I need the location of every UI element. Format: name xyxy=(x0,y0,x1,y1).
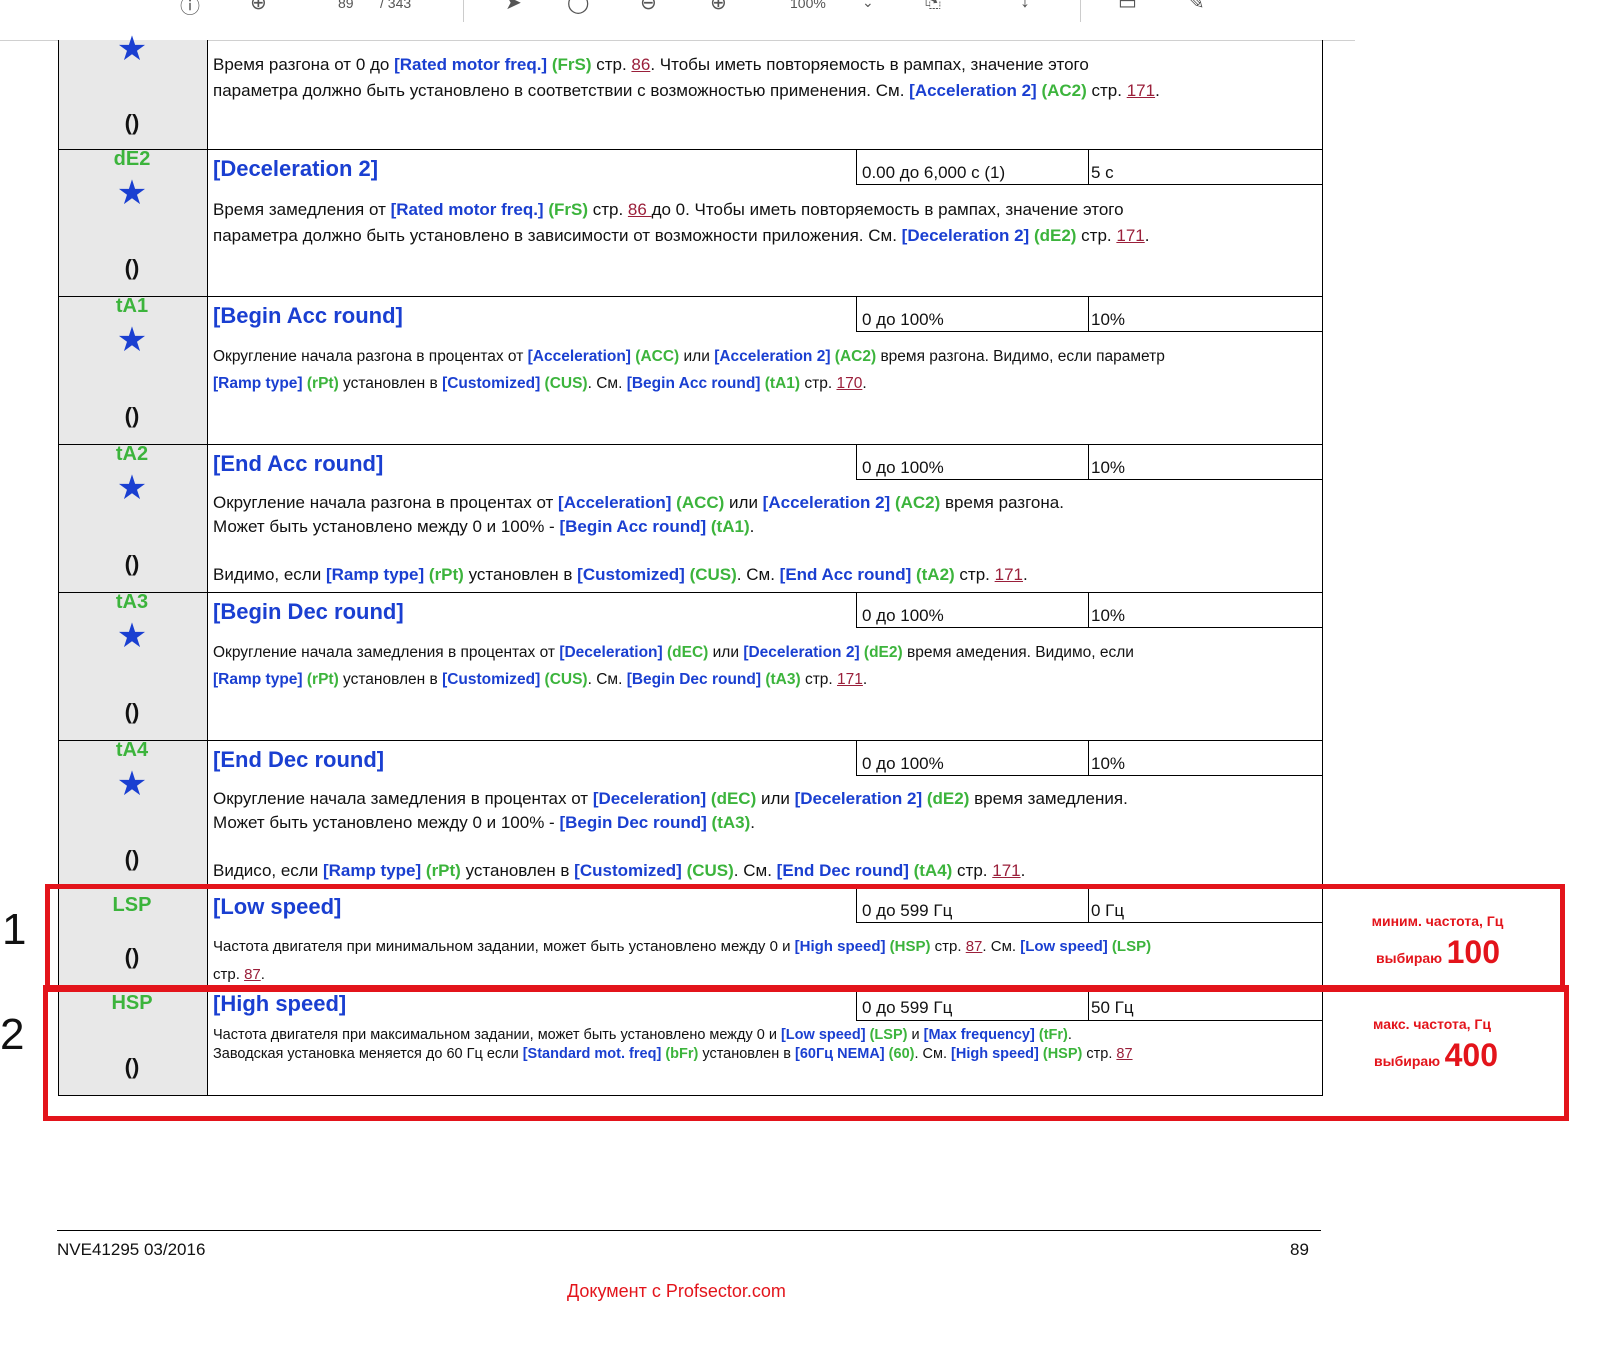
param-code: dE2 xyxy=(113,148,151,170)
param-range: 0 до 100% xyxy=(862,754,944,773)
toolbar-divider xyxy=(463,0,464,22)
toolbar-divider xyxy=(1080,0,1081,22)
param-default: 10% xyxy=(1091,754,1126,773)
cell-divider xyxy=(1088,297,1089,331)
table-row: dE2 ★ () [Deceleration 2] 0.00 до 6,000 с (1… xyxy=(58,148,1323,297)
cell-divider xyxy=(856,445,857,479)
param-description: Время замедления от [Rated motor freq.] … xyxy=(213,200,1150,245)
param-title: [End Dec round] xyxy=(213,747,385,772)
zoom-out-icon[interactable]: ⊖ xyxy=(640,0,657,15)
annotation-choice-max: выбираю 400 xyxy=(1366,1037,1506,1074)
param-title: [Begin Acc round] xyxy=(213,303,403,328)
footer-divider xyxy=(57,1230,1321,1231)
cell-divider xyxy=(1088,741,1089,775)
page-current[interactable]: 89 xyxy=(338,0,354,11)
zoom-in-icon[interactable]: ⊕ xyxy=(710,0,727,15)
star-icon: ★ xyxy=(116,174,148,212)
param-title: [Begin Dec round] xyxy=(213,599,404,624)
cell-divider xyxy=(856,479,1323,480)
choice-label: выбираю xyxy=(1374,1053,1441,1069)
cell-divider xyxy=(1088,593,1089,627)
annotation-choice-min: выбираю 100 xyxy=(1368,934,1508,971)
cycle-icon: () xyxy=(124,846,140,871)
star-icon: ★ xyxy=(116,617,148,655)
choice-label: выбираю xyxy=(1376,950,1443,966)
param-range: 0.00 до 6,000 с (1) xyxy=(862,163,1006,182)
param-description: Время разгона от 0 до [Rated motor freq.… xyxy=(213,55,1160,100)
param-code: tA4 xyxy=(115,739,149,761)
annotation-number-1: 1 xyxy=(2,905,27,954)
row-right-border xyxy=(1322,593,1323,741)
annotation-box-low-speed xyxy=(45,884,1565,992)
row-right-border xyxy=(1322,40,1323,150)
param-range: 0 до 100% xyxy=(862,310,944,329)
row-right-border xyxy=(1322,150,1323,297)
table-row: tA2 ★ () [End Acc round] 0 до 100% 10% Округле… xyxy=(58,443,1323,593)
param-default: 5 с xyxy=(1091,163,1114,182)
cell-divider xyxy=(856,775,1323,776)
param-description: Округление начала замедления в процентах… xyxy=(213,644,1134,688)
table-row: tA4 ★ () [End Dec round] 0 до 100% 10% Округле… xyxy=(58,739,1323,888)
star-icon: ★ xyxy=(116,321,148,359)
cell-divider xyxy=(856,150,857,184)
table-row: tA3 ★ () [Begin Dec round] 0 до 100% 10% Округ… xyxy=(58,591,1323,741)
cell-divider xyxy=(1088,445,1089,479)
param-title: [Deceleration 2] xyxy=(213,156,379,181)
cell-divider xyxy=(856,741,857,775)
comment-icon[interactable]: ▭ xyxy=(1118,0,1137,15)
choice-value: 100 xyxy=(1446,934,1500,970)
cell-divider xyxy=(856,184,1323,185)
pen-icon[interactable]: ✎ xyxy=(1188,0,1205,15)
cell-divider xyxy=(856,331,1323,332)
cycle-icon: () xyxy=(124,110,140,135)
row-right-border xyxy=(1322,741,1323,888)
param-range: 0 до 100% xyxy=(862,458,944,477)
param-range: 0 до 100% xyxy=(862,606,944,625)
annotation-box-high-speed xyxy=(43,985,1569,1121)
param-code: tA3 xyxy=(115,591,149,613)
zoom-dropdown-icon[interactable]: ⌄ xyxy=(862,0,874,11)
fit-page-icon[interactable]: ⎘ xyxy=(925,0,941,13)
row-right-border xyxy=(1322,297,1323,445)
param-code: tA1 xyxy=(115,295,149,317)
annotation-note-max: макс. частота, Гц xyxy=(1373,1016,1491,1032)
cell-divider xyxy=(856,593,857,627)
cycle-icon: () xyxy=(124,551,140,576)
cell-divider xyxy=(1088,150,1089,184)
param-default: 10% xyxy=(1091,310,1126,329)
param-description: Округление начала замедления в процентах… xyxy=(213,789,1128,880)
footer-watermark[interactable]: Документ с Profsector.com xyxy=(567,1281,786,1302)
footer-page-number: 89 xyxy=(1290,1240,1309,1259)
param-code: tA2 xyxy=(115,443,149,465)
star-icon: ★ xyxy=(116,765,148,803)
param-default: 10% xyxy=(1091,458,1126,477)
cell-divider xyxy=(856,297,857,331)
zoom-level[interactable]: 100% xyxy=(790,0,826,11)
cell-divider xyxy=(856,627,1323,628)
cycle-icon: () xyxy=(124,403,140,428)
annotation-note-min: миним. частота, Гц xyxy=(1371,913,1504,929)
download-icon[interactable]: ⊕ xyxy=(250,0,267,15)
footer-doc-id: NVE41295 03/2016 xyxy=(57,1240,206,1259)
row-right-border xyxy=(1322,445,1323,593)
table-row: tA1 ★ () [Begin Acc round] 0 до 100% 10% Округ… xyxy=(58,295,1323,445)
info-icon[interactable]: ⓘ xyxy=(180,0,200,19)
param-description: Округление начала разгона в процентах от… xyxy=(213,348,1165,392)
cycle-icon: () xyxy=(124,255,140,280)
cycle-icon: () xyxy=(124,699,140,724)
star-icon: ★ xyxy=(116,469,148,507)
star-icon: ★ xyxy=(116,30,148,68)
param-description: Округление начала разгона в процентах от… xyxy=(213,493,1064,584)
page-total: / 343 xyxy=(380,0,412,11)
scroll-down-icon[interactable]: ↓ xyxy=(1020,0,1030,13)
param-default: 10% xyxy=(1091,606,1126,625)
annotation-number-2: 2 xyxy=(0,1010,25,1059)
select-cursor-icon[interactable]: ➤ xyxy=(505,0,522,15)
hand-tool-icon[interactable]: ◯ xyxy=(567,0,589,15)
table-row: ★ () Время разгона от 0 до [Rated motor fr… xyxy=(58,32,1323,150)
choice-value: 400 xyxy=(1444,1037,1498,1073)
param-title: [End Acc round] xyxy=(213,451,384,476)
